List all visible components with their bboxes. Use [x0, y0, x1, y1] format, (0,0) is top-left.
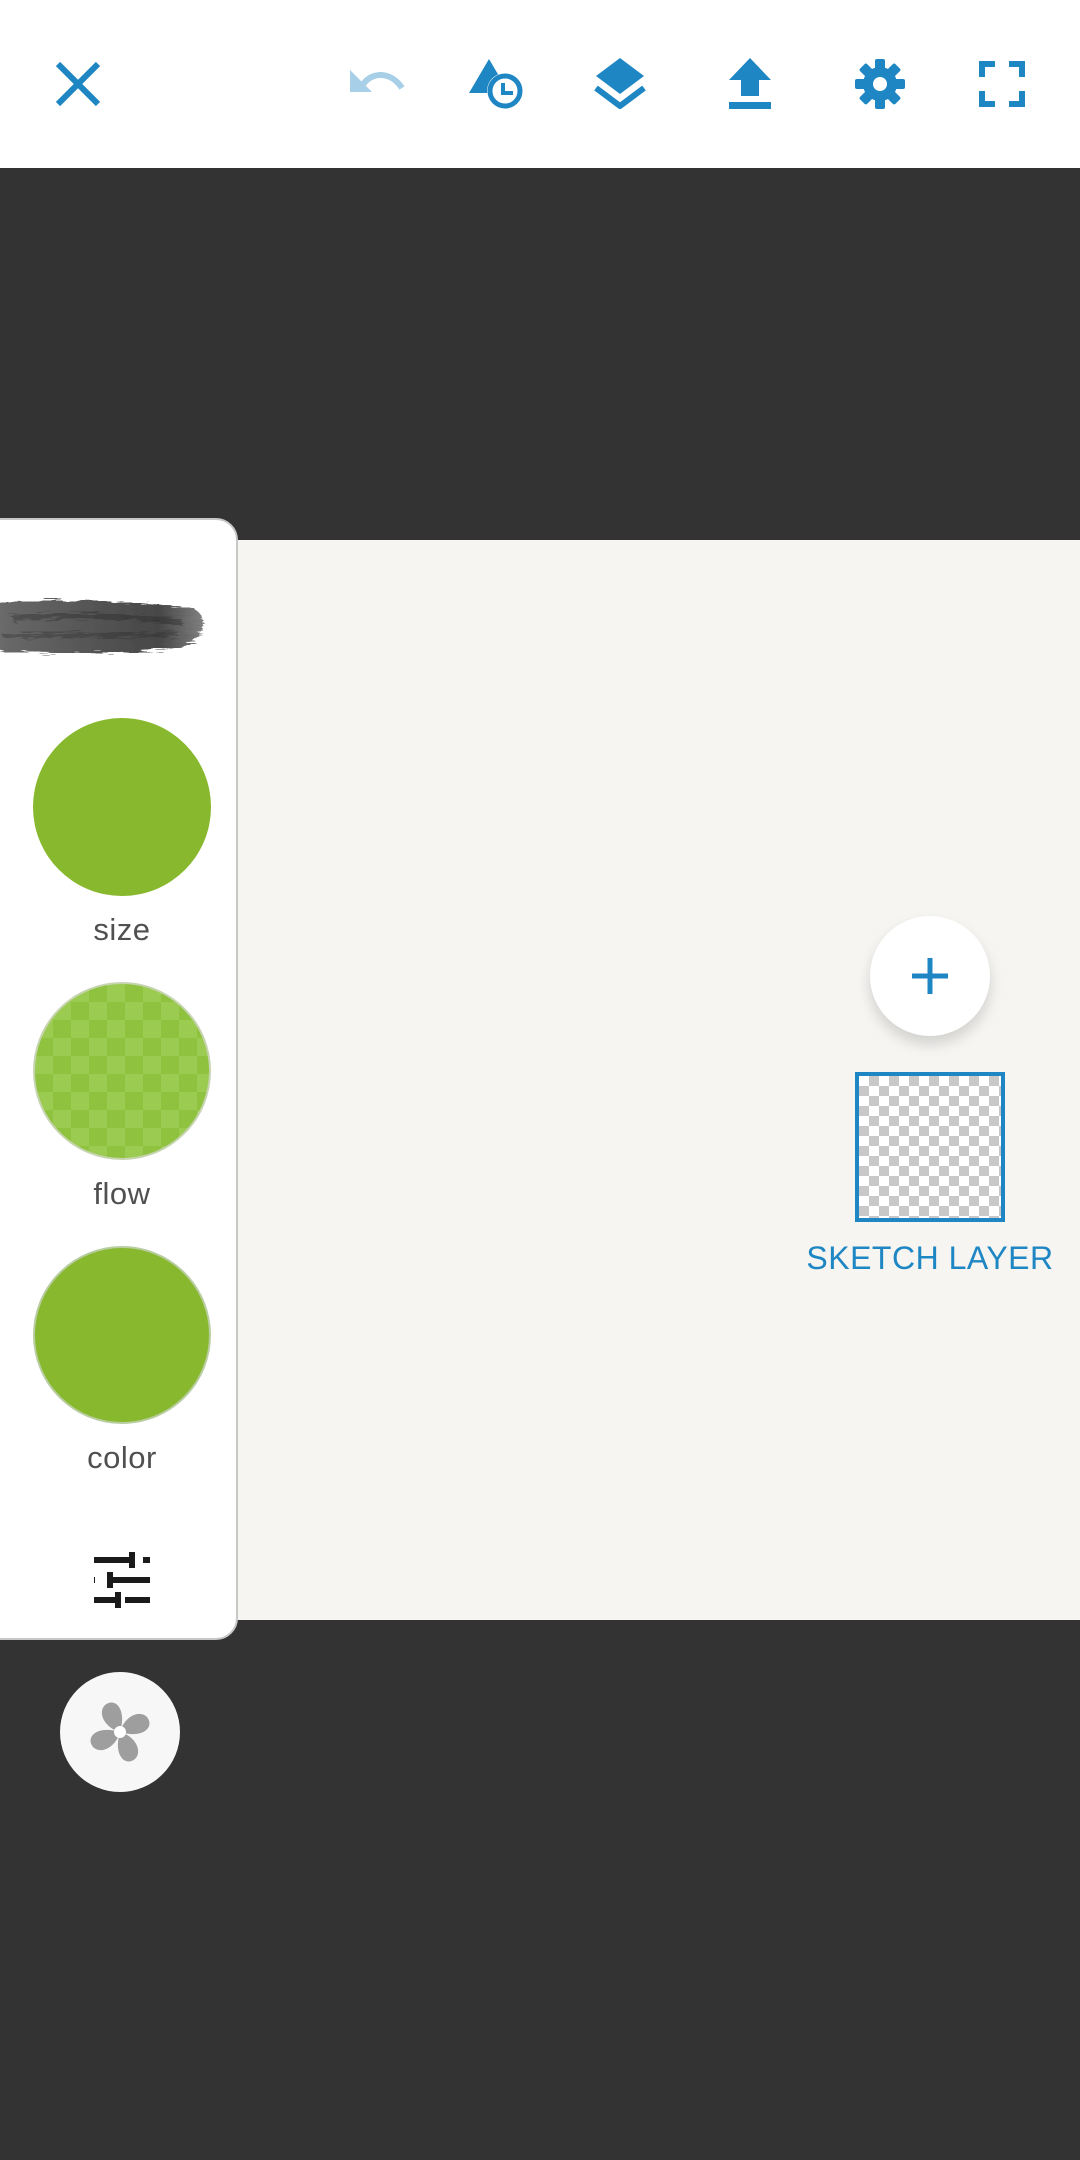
undo-button[interactable] [328, 36, 424, 132]
color-label: color [87, 1440, 157, 1475]
settings-icon [855, 59, 905, 109]
fullscreen-icon [979, 61, 1025, 107]
brush-settings-button[interactable] [72, 1530, 172, 1630]
add-layer-button[interactable] [870, 916, 990, 1036]
fullscreen-button[interactable] [954, 36, 1050, 132]
plus-icon [912, 958, 948, 994]
brush-stroke-preview[interactable] [0, 570, 214, 690]
fan-icon [90, 1702, 150, 1762]
color-swatch[interactable] [33, 1246, 211, 1424]
undo-icon [350, 70, 405, 92]
brush-panel: size flow color [0, 518, 238, 1640]
shapes-icon [469, 59, 523, 109]
layer-name: SKETCH LAYER [806, 1240, 1054, 1276]
upload-icon [729, 58, 771, 109]
close-icon [55, 61, 101, 107]
sketch-layer-thumbnail[interactable] [855, 1072, 1005, 1222]
settings-button[interactable] [832, 36, 928, 132]
layers-button[interactable] [572, 36, 668, 132]
shapes-button[interactable] [450, 36, 546, 132]
flow-label: flow [93, 1176, 151, 1211]
flow-swatch[interactable] [33, 982, 211, 1160]
layers-icon [594, 58, 646, 109]
size-swatch[interactable] [33, 718, 211, 896]
close-button[interactable] [30, 36, 126, 132]
tools-button[interactable] [60, 1672, 180, 1792]
upload-button[interactable] [702, 36, 798, 132]
size-label: size [93, 912, 151, 947]
top-toolbar [0, 0, 1080, 168]
sliders-icon [94, 1552, 150, 1608]
